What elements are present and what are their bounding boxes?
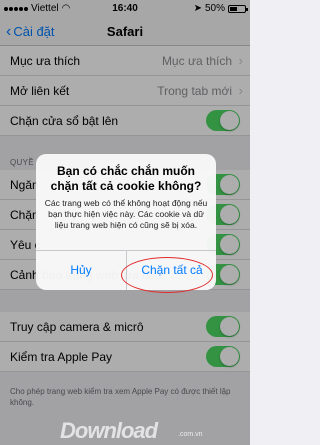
watermark-domain: .com.vn xyxy=(178,431,203,438)
block-cookies-alert: Bạn có chắc chắn muốn chặn tất cả cookie… xyxy=(36,154,216,290)
block-all-button[interactable]: Chặn tất cả xyxy=(127,251,217,290)
cancel-button[interactable]: Hủy xyxy=(36,251,126,290)
watermark-logo: Download xyxy=(60,418,158,443)
alert-title: Bạn có chắc chắn muốn chặn tất cả cookie… xyxy=(50,164,202,193)
alert-message: Các trang web có thể không hoạt động nếu… xyxy=(44,198,208,230)
